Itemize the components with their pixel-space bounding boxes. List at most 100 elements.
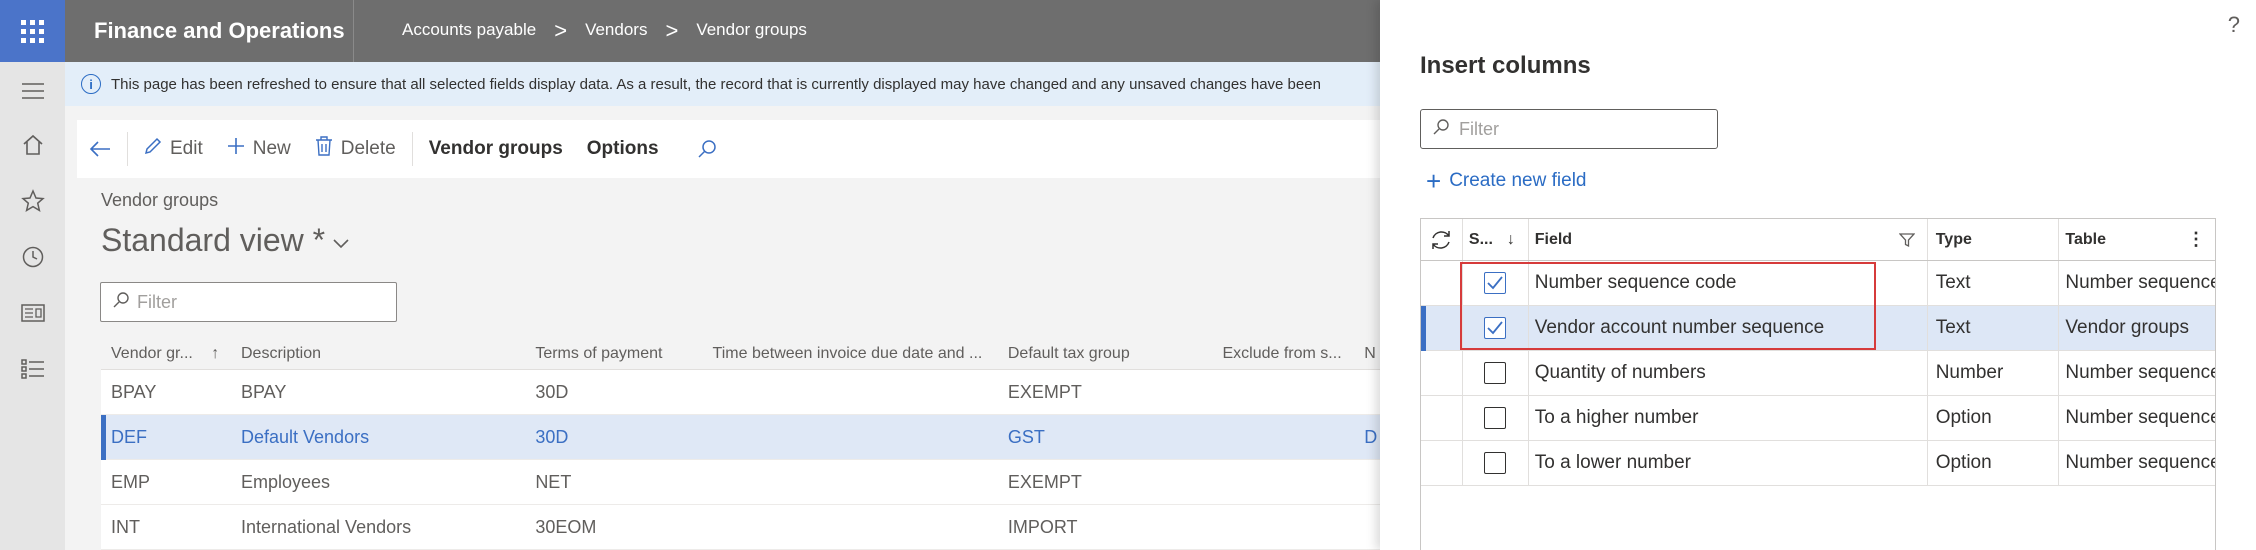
topbar-divider [353,0,354,62]
trash-icon [315,136,333,162]
cell-terms: NET [535,471,572,492]
pencil-icon [144,137,162,161]
cell-description: Employees [240,471,331,492]
cell-tax-group: GST [1007,426,1045,447]
refresh-icon [1432,230,1451,249]
view-selector[interactable]: Standard view * [101,222,349,259]
cell-table: Number sequence [2065,452,2215,473]
breadcrumb-vendors[interactable]: Vendors [585,20,647,40]
breadcrumb-vendor-groups[interactable]: Vendor groups [696,20,807,40]
breadcrumb-separator-icon: > [665,17,679,43]
breadcrumb-accounts-payable[interactable]: Accounts payable [402,20,536,40]
cell-table: Vendor groups [2065,317,2189,338]
cell-tax-group: EXEMPT [1007,381,1082,402]
action-pane: Edit New Delete Vendor groups Options [77,120,1397,178]
grid-filter-input[interactable]: Filter [100,282,397,322]
delete-label: Delete [340,138,396,159]
info-message-text: This page has been refreshed to ensure t… [111,75,1321,93]
search-icon [698,140,716,158]
more-options-icon[interactable]: ⋮ [2187,229,2205,250]
refresh-button[interactable] [1421,219,1463,260]
app-root: Finance and Operations Accounts payable … [0,0,2256,550]
column-header-vendor-group[interactable]: Vendor gr... ↑ [101,345,235,363]
hamburger-menu-icon[interactable] [18,76,48,106]
column-header-selected[interactable]: S... ↓ [1463,219,1529,260]
grid-filter-placeholder: Filter [137,291,177,312]
panel-title: Insert columns [1420,52,1591,79]
column-header-default-tax-group[interactable]: Default tax group [1002,345,1217,363]
search-icon [1433,118,1449,140]
field-row[interactable]: To a higher number Option Number sequenc… [1421,396,2215,441]
field-row[interactable]: Quantity of numbers Number Number sequen… [1421,351,2215,396]
waffle-icon [21,19,44,43]
column-header-type[interactable]: Type [1928,219,2060,260]
view-title: Standard view * [101,222,326,258]
table-row[interactable]: EMP Employees NET EXEMPT [101,460,1380,505]
table-row[interactable]: BPAY BPAY 30D EXEMPT [101,370,1380,415]
column-header-terms-of-payment[interactable]: Terms of payment [529,345,706,363]
new-button[interactable]: New [215,120,303,178]
table-row-selected[interactable]: DEF Default Vendors 30D GST D [101,415,1380,460]
cell-vendor-group: BPAY [111,381,157,402]
recent-clock-icon[interactable] [18,242,48,272]
search-button[interactable] [685,120,729,178]
workspaces-icon[interactable] [18,298,48,328]
field-checkbox[interactable] [1484,452,1507,474]
app-launcher-button[interactable] [0,0,65,62]
column-header-n[interactable]: N [1360,345,1380,363]
edit-label: Edit [170,138,203,159]
cell-field: To a lower number [1529,441,1928,485]
cell-type: Text [1928,261,2060,305]
back-arrow-icon [89,141,110,157]
plus-icon [227,137,245,161]
cell-tax-group: IMPORT [1007,516,1078,537]
cell-table: Number sequence [2065,407,2215,428]
cell-type: Option [1928,441,2060,485]
cell-n: D [1364,426,1378,447]
cell-tax-group: EXEMPT [1007,471,1082,492]
field-checkbox[interactable] [1484,362,1507,384]
action-separator [127,132,128,166]
delete-button[interactable]: Delete [303,120,408,178]
back-button[interactable] [77,120,123,178]
edit-button[interactable]: Edit [132,120,215,178]
sort-descending-icon: ↓ [1506,230,1515,248]
plus-icon: + [1426,166,1442,196]
panel-filter-input[interactable]: Filter [1420,109,1718,149]
cell-table: Number sequence [2065,272,2215,293]
table-row[interactable]: INT International Vendors 30EOM IMPORT [101,505,1380,550]
breadcrumb-separator-icon: > [554,17,568,43]
options-tab[interactable]: Options [575,120,671,178]
info-icon: i [81,74,101,94]
cell-field: Quantity of numbers [1529,351,1928,395]
cell-terms: 30EOM [535,516,597,537]
sort-ascending-icon: ↑ [211,344,220,362]
vendor-groups-tab[interactable]: Vendor groups [417,120,575,178]
field-row[interactable]: To a lower number Option Number sequence [1421,441,2215,486]
info-message-bar: i This page has been refreshed to ensure… [65,62,1380,106]
search-icon [113,291,129,313]
home-icon[interactable] [18,130,48,160]
column-header-description[interactable]: Description [235,345,529,363]
cell-terms: 30D [535,426,569,447]
modules-list-icon[interactable] [18,354,48,384]
cell-type: Number [1928,351,2060,395]
column-header-exclude[interactable]: Exclude from s... [1216,345,1360,363]
grid-header: Vendor gr... ↑ Description Terms of paym… [101,338,1380,370]
app-title[interactable]: Finance and Operations [94,18,345,44]
breadcrumb: Accounts payable > Vendors > Vendor grou… [402,17,807,43]
left-nav [0,62,65,550]
favorites-star-icon[interactable] [18,186,48,216]
filter-funnel-icon[interactable] [1898,232,1915,248]
column-header-field[interactable]: Field [1529,219,1928,260]
create-new-field-button[interactable]: + Create new field [1426,166,1586,196]
column-header-time-between[interactable]: Time between invoice due date and ... [707,345,1002,363]
new-label: New [252,138,291,159]
cell-vendor-group: INT [111,516,140,537]
action-separator [411,132,413,166]
cell-type: Text [1928,306,2060,350]
field-checkbox[interactable] [1484,407,1507,429]
cell-description: International Vendors [240,516,412,537]
column-header-table[interactable]: Table ⋮ [2059,219,2215,260]
help-icon[interactable]: ? [2228,12,2240,38]
